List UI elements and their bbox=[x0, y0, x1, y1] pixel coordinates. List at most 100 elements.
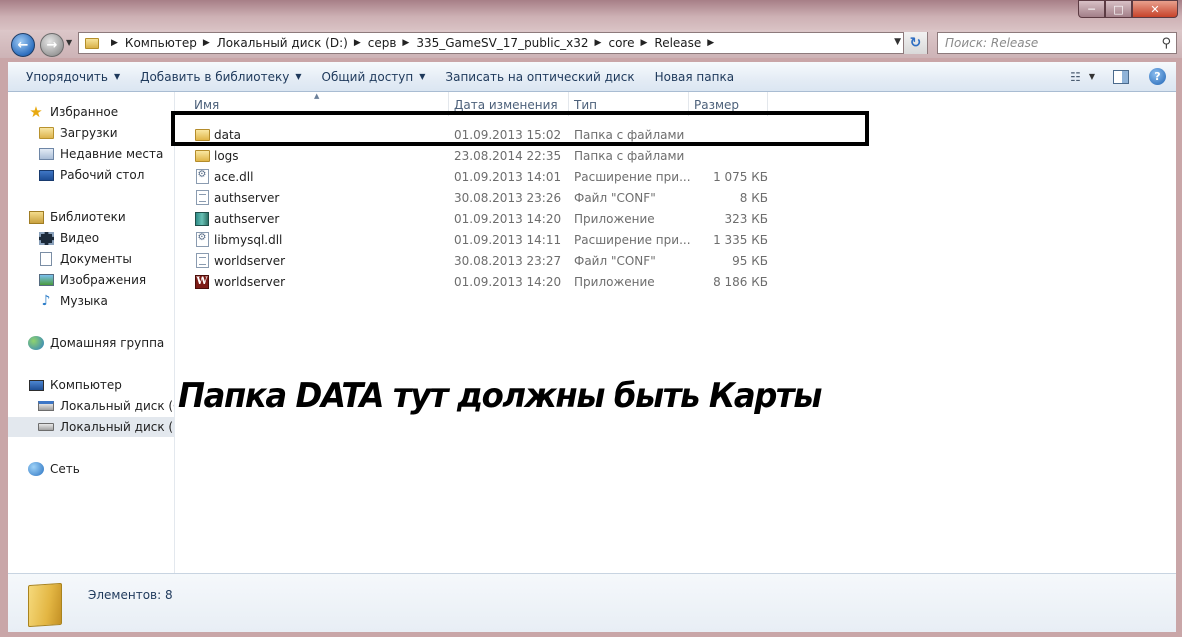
chevron-right-icon[interactable]: ▶ bbox=[402, 38, 409, 48]
view-options-dropdown[interactable]: ▼ bbox=[1089, 72, 1095, 81]
file-row[interactable]: authserver 30.08.2013 23:26 Файл "CONF" … bbox=[176, 187, 776, 208]
sort-ascending-icon: ▲ bbox=[314, 92, 320, 100]
file-row[interactable]: logs 23.08.2014 22:35 Папка с файлами bbox=[176, 145, 776, 166]
chevron-right-icon[interactable]: ▶ bbox=[111, 38, 118, 48]
nav-desktop[interactable]: Рабочий стол bbox=[38, 165, 144, 185]
forward-button[interactable]: → bbox=[40, 33, 64, 57]
nav-music[interactable]: ♪ Музыка bbox=[38, 291, 108, 311]
nav-disk-d[interactable]: Локальный диск (D:) bbox=[8, 417, 174, 437]
column-header-date[interactable]: Дата изменения bbox=[454, 98, 558, 112]
file-row[interactable]: authserver 01.09.2013 14:20 Приложение 3… bbox=[176, 208, 776, 229]
chevron-right-icon[interactable]: ▶ bbox=[707, 38, 714, 48]
organize-label: Упорядочить bbox=[26, 69, 108, 84]
file-row[interactable]: data 01.09.2013 15:02 Папка с файлами bbox=[176, 124, 776, 145]
file-type: Папка с файлами bbox=[574, 149, 685, 163]
share-label: Общий доступ bbox=[321, 69, 414, 84]
maximize-button[interactable]: □ bbox=[1105, 0, 1132, 18]
chevron-right-icon[interactable]: ▶ bbox=[595, 38, 602, 48]
arrow-left-icon: ← bbox=[17, 37, 29, 53]
file-date: 30.08.2013 23:26 bbox=[454, 191, 562, 205]
change-view-icon[interactable]: ☷ bbox=[1070, 70, 1081, 84]
file-size: 1 335 КБ bbox=[713, 233, 768, 247]
column-header-size[interactable]: Размер bbox=[694, 98, 739, 112]
burn-button[interactable]: Записать на оптический диск bbox=[435, 70, 644, 84]
desktop-icon bbox=[38, 169, 54, 181]
file-type: Расширение при... bbox=[574, 170, 690, 184]
search-icon[interactable]: ⚲ bbox=[1161, 36, 1171, 51]
add-library-label: Добавить в библиотеку bbox=[140, 69, 290, 84]
nav-homegroup[interactable]: Домашняя группа bbox=[28, 333, 164, 353]
file-size: 95 КБ bbox=[732, 254, 768, 268]
chevron-down-icon: ▼ bbox=[419, 72, 426, 81]
back-button[interactable]: ← bbox=[11, 33, 35, 57]
column-divider[interactable] bbox=[568, 92, 569, 116]
new-folder-button[interactable]: Новая папка bbox=[645, 70, 744, 84]
file-name: ace.dll bbox=[214, 170, 254, 184]
view-controls: ☷ ▼ ? bbox=[1070, 68, 1166, 85]
arrow-right-icon: → bbox=[46, 37, 58, 53]
computer-icon bbox=[28, 379, 44, 391]
column-divider[interactable] bbox=[448, 92, 449, 116]
nav-disk-c[interactable]: Локальный диск (C:) bbox=[38, 396, 174, 416]
chevron-right-icon[interactable]: ▶ bbox=[203, 38, 210, 48]
video-icon bbox=[38, 231, 54, 245]
minimize-button[interactable]: ─ bbox=[1078, 0, 1105, 18]
share-menu[interactable]: Общий доступ ▼ bbox=[312, 70, 436, 84]
preview-pane-icon[interactable] bbox=[1113, 69, 1129, 84]
file-row[interactable]: libmysql.dll 01.09.2013 14:11 Расширение… bbox=[176, 229, 776, 250]
breadcrumb-computer[interactable]: Компьютер bbox=[125, 36, 197, 50]
folder-icon bbox=[194, 128, 210, 141]
nav-libraries[interactable]: Библиотеки bbox=[28, 207, 126, 227]
close-button[interactable]: ✕ bbox=[1132, 0, 1178, 18]
nav-computer[interactable]: Компьютер bbox=[28, 375, 122, 395]
chevron-right-icon[interactable]: ▶ bbox=[354, 38, 361, 48]
downloads-folder-icon bbox=[38, 127, 54, 139]
documents-icon bbox=[40, 252, 52, 266]
search-box[interactable]: ⚲ bbox=[937, 32, 1177, 54]
column-header-type[interactable]: Тип bbox=[574, 98, 597, 112]
nav-images[interactable]: Изображения bbox=[38, 270, 146, 290]
breadcrumb-gamesv[interactable]: 335_GameSV_17_public_x32 bbox=[416, 36, 588, 50]
column-divider[interactable] bbox=[688, 92, 689, 116]
navigation-pane: ★ Избранное Загрузки Недавние места Рабо… bbox=[8, 92, 175, 573]
breadcrumb-serv[interactable]: серв bbox=[368, 36, 397, 50]
add-to-library-menu[interactable]: Добавить в библиотеку ▼ bbox=[130, 70, 311, 84]
nav-network[interactable]: Сеть bbox=[28, 459, 80, 479]
file-name: libmysql.dll bbox=[214, 233, 283, 247]
recent-places-icon bbox=[38, 148, 54, 160]
window-controls: ─ □ ✕ bbox=[1078, 0, 1178, 18]
breadcrumb-disk-d[interactable]: Локальный диск (D:) bbox=[217, 36, 348, 50]
nav-video[interactable]: Видео bbox=[38, 228, 99, 248]
address-bar[interactable]: ▶ Компьютер ▶ Локальный диск (D:) ▶ серв… bbox=[78, 32, 928, 54]
nav-label: Компьютер bbox=[50, 378, 122, 392]
nav-label: Рабочий стол bbox=[60, 168, 145, 182]
refresh-button[interactable]: ↻ bbox=[903, 32, 927, 54]
file-size: 8 КБ bbox=[739, 191, 768, 205]
nav-recent-places[interactable]: Недавние места bbox=[38, 144, 163, 164]
nav-label: Изображения bbox=[60, 273, 147, 287]
recent-pages-dropdown[interactable]: ▼ bbox=[66, 38, 72, 47]
file-row[interactable]: worldserver 30.08.2013 23:27 Файл "CONF"… bbox=[176, 250, 776, 271]
column-header-name[interactable]: Имя bbox=[194, 98, 219, 112]
music-icon: ♪ bbox=[41, 293, 51, 309]
address-history-dropdown[interactable]: ▼ bbox=[894, 37, 901, 47]
breadcrumb-release[interactable]: Release bbox=[654, 36, 701, 50]
file-date: 01.09.2013 15:02 bbox=[454, 128, 562, 142]
file-row[interactable]: W worldserver 01.09.2013 14:20 Приложени… bbox=[176, 271, 776, 292]
nav-documents[interactable]: Документы bbox=[38, 249, 132, 269]
chevron-right-icon[interactable]: ▶ bbox=[640, 38, 647, 48]
help-icon[interactable]: ? bbox=[1149, 68, 1166, 85]
organize-menu[interactable]: Упорядочить ▼ bbox=[8, 70, 130, 84]
nav-label: Недавние места bbox=[60, 147, 164, 161]
column-divider[interactable] bbox=[767, 92, 768, 116]
file-date: 23.08.2014 22:35 bbox=[454, 149, 562, 163]
nav-label: Видео bbox=[60, 231, 100, 245]
details-pane: Элементов: 8 bbox=[8, 573, 1176, 632]
nav-favorites[interactable]: ★ Избранное bbox=[28, 102, 118, 122]
refresh-icon: ↻ bbox=[909, 35, 922, 51]
breadcrumb-core[interactable]: core bbox=[608, 36, 634, 50]
search-input[interactable] bbox=[945, 36, 1155, 50]
nav-downloads[interactable]: Загрузки bbox=[38, 123, 118, 143]
file-row[interactable]: ace.dll 01.09.2013 14:01 Расширение при.… bbox=[176, 166, 776, 187]
images-icon bbox=[38, 274, 54, 286]
